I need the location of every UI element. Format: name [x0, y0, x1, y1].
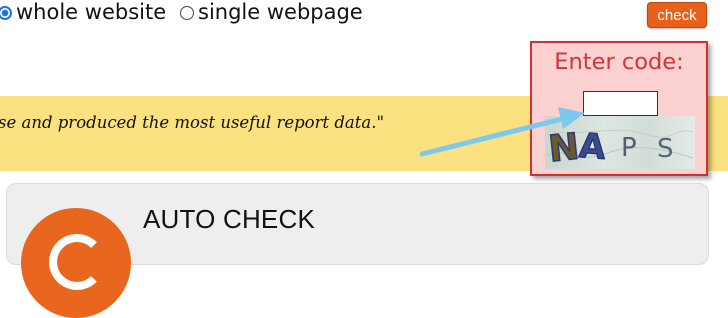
captcha-letter: P — [621, 133, 639, 163]
refresh-icon — [21, 208, 131, 318]
scope-option-label: whole website — [16, 0, 167, 24]
captcha-letter: A — [578, 126, 608, 168]
testimonial-quote-text: se and produced the most useful report d… — [0, 113, 385, 132]
auto-check-card: AUTO CHECK — [6, 183, 709, 318]
captcha-letter: N — [547, 126, 581, 169]
captcha-box: Enter code: N A P S — [530, 41, 708, 176]
scope-option-single-webpage[interactable]: single webpage — [180, 0, 363, 24]
check-button[interactable]: check — [647, 2, 707, 28]
radio-unchecked-icon[interactable] — [180, 5, 194, 20]
captcha-label: Enter code: — [554, 49, 684, 75]
radio-checked-icon[interactable] — [0, 5, 12, 20]
captcha-letter: S — [657, 134, 674, 164]
scope-option-whole-website[interactable]: whole website — [0, 0, 166, 24]
scope-option-label: single webpage — [198, 0, 363, 24]
card-title: AUTO CHECK — [143, 204, 315, 234]
captcha-code-input[interactable] — [583, 91, 658, 116]
captcha-image: N A P S — [545, 116, 695, 169]
